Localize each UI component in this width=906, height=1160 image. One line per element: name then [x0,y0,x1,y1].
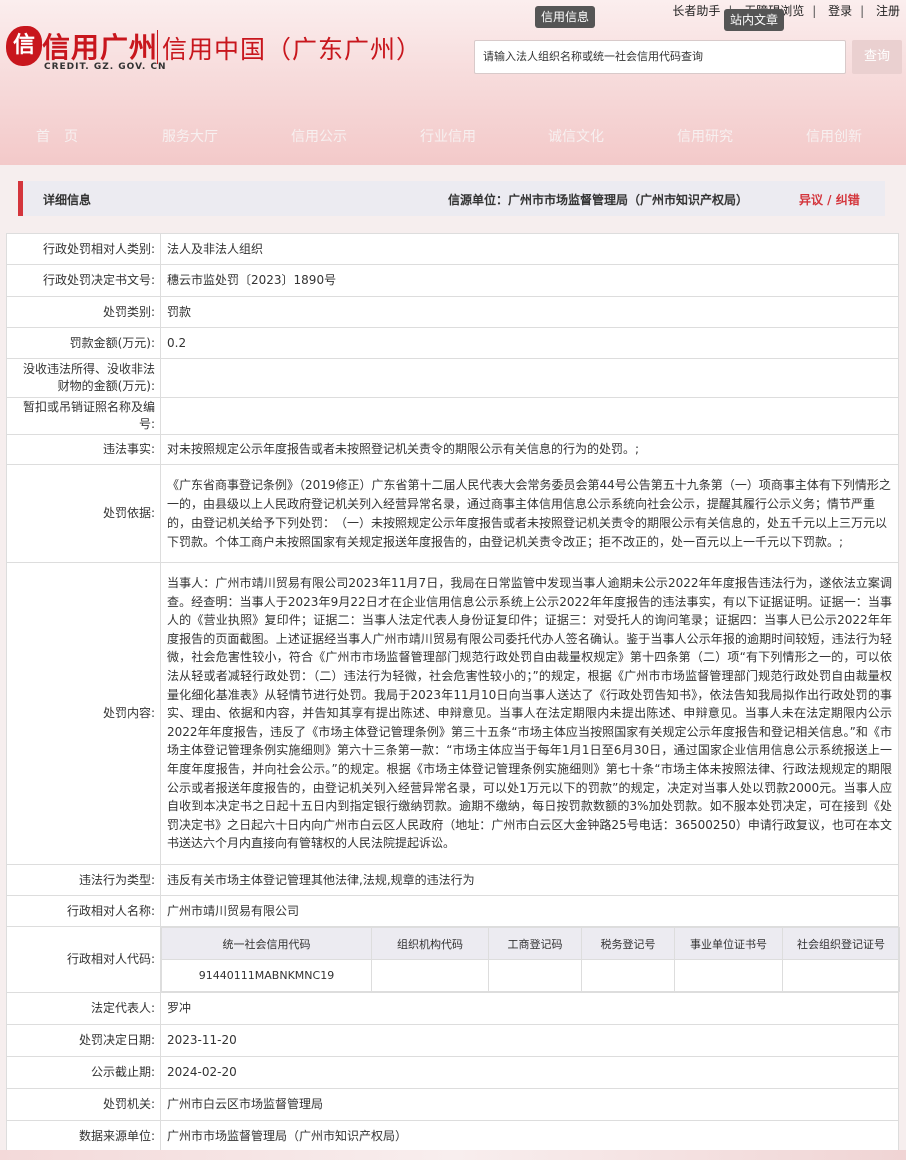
field-value: 法人及非法人组织 [160,233,899,265]
divider: | [860,4,865,18]
code-header: 统一社会信用代码 [161,927,372,960]
field-value: 对未按照规定公示年度报告或者未按照登记机关责令的期限公示有关信息的行为的处罚。; [160,434,899,465]
main-nav: 首 页 服务大厅 信用公示 行业信用 诚信文化 信用研究 信用创新 [0,126,906,150]
dispute-correction-link[interactable]: 异议 / 纠错 [799,191,860,208]
table-row: 行政处罚相对人类别: 法人及非法人组织 [6,233,899,265]
field-value: 广州市市场监督管理局（广州市知识产权局） [160,1120,899,1153]
site-articles-tab[interactable]: 站内文章 [724,9,785,31]
field-value: 广州市靖川贸易有限公司 [160,895,899,927]
field-value: 穗云市监处罚〔2023〕1890号 [160,264,899,297]
table-row: 行政相对人代码: 统一社会信用代码 组织机构代码 工商登记码 税务登记号 事业单… [6,926,900,993]
code-value-row: 91440111MABNKMNC19 [161,959,900,992]
field-value: 0.2 [160,327,899,359]
field-label: 违法事实: [6,434,161,465]
nav-integrity-culture[interactable]: 诚信文化 [548,126,604,146]
table-row: 处罚内容: 当事人：广州市靖川贸易有限公司2023年11月7日，我局在日常监管中… [6,562,899,865]
field-label: 行政处罚决定书文号: [6,264,161,297]
field-value [160,358,899,398]
field-label: 行政处罚相对人类别: [6,233,161,265]
nav-industry-credit[interactable]: 行业信用 [420,126,476,146]
field-label: 罚款金额(万元): [6,327,161,359]
elder-assistant-link[interactable]: 长者助手 [672,4,720,18]
field-value: 罗冲 [160,992,899,1025]
credit-info-tab[interactable]: 信用信息 [535,6,596,28]
code-header: 事业单位证书号 [674,927,783,960]
table-row: 没收违法所得、没收非法财物的金额(万元): [6,358,899,398]
field-value: 当事人：广州市靖川贸易有限公司2023年11月7日，我局在日常监管中发现当事人逾… [160,562,899,865]
field-label: 处罚类别: [6,296,161,328]
table-row: 行政处罚决定书文号: 穗云市监处罚〔2023〕1890号 [6,264,899,297]
search-input[interactable]: 请输入法人组织名称或统一社会信用代码查询 [474,40,846,74]
code-value: 91440111MABNKMNC19 [161,959,372,992]
table-row: 处罚决定日期: 2023-11-20 [6,1024,899,1057]
code-header-row: 统一社会信用代码 组织机构代码 工商登记码 税务登记号 事业单位证书号 社会组织… [161,927,900,960]
logo-text[interactable]: 信用广州 [42,26,158,66]
code-header: 工商登记码 [488,927,582,960]
code-value [371,959,489,992]
field-label: 法定代表人: [6,992,161,1025]
code-value [674,959,783,992]
code-header: 税务登记号 [581,927,675,960]
code-value [782,959,900,992]
detail-title: 详细信息 [43,193,92,207]
field-label: 数据来源单位: [6,1120,161,1153]
penalty-detail-table: 行政处罚相对人类别: 法人及非法人组织 行政处罚决定书文号: 穗云市监处罚〔20… [6,233,900,1153]
field-label: 公示截止期: [6,1056,161,1089]
divider: | [812,4,817,18]
table-row: 公示截止期: 2024-02-20 [6,1056,899,1089]
code-value [488,959,582,992]
info-source: 信源单位：广州市市场监督管理局（广州市知识产权局） [448,193,749,207]
field-value: 2023-11-20 [160,1024,899,1057]
table-row: 暂扣或吊销证照名称及编号: [6,397,899,435]
field-value: 违反有关市场主体登记管理其他法律,法规,规章的违法行为 [160,864,899,896]
logo-title: 信用中国（广东广州） [162,35,423,64]
table-row: 处罚依据: 《广东省商事登记条例》（2019修正）广东省第十二届人民代表大会常务… [6,464,899,563]
nav-credit-publicity[interactable]: 信用公示 [291,126,347,146]
field-value: 《广东省商事登记条例》（2019修正）广东省第十二届人民代表大会常务委员会第44… [160,464,899,563]
field-label: 处罚决定日期: [6,1024,161,1057]
field-label: 行政相对人名称: [6,895,161,927]
field-label: 处罚依据: [6,464,161,563]
field-label: 违法行为类型: [6,864,161,896]
field-label: 处罚机关: [6,1088,161,1121]
table-row: 数据来源单位: 广州市市场监督管理局（广州市知识产权局） [6,1120,899,1153]
table-row: 违法行为类型: 违反有关市场主体登记管理其他法律,法规,规章的违法行为 [6,864,899,896]
field-value: 广州市白云区市场监督管理局 [160,1088,899,1121]
table-row: 罚款金额(万元): 0.2 [6,327,899,359]
footer-strip [0,1150,906,1160]
field-value: 罚款 [160,296,899,328]
code-subtable: 统一社会信用代码 组织机构代码 工商登记码 税务登记号 事业单位证书号 社会组织… [161,927,900,992]
site-header: 长者助手| 无障碍浏览| 登录| 注册 信用信息 站内文章 信 信用广州 CRE… [0,0,906,165]
code-subtable-cell: 统一社会信用代码 组织机构代码 工商登记码 税务登记号 事业单位证书号 社会组织… [160,926,900,993]
table-row: 处罚类别: 罚款 [6,296,899,328]
logo-icon[interactable]: 信 [6,26,42,66]
register-link[interactable]: 注册 [876,4,900,18]
field-label: 处罚内容: [6,562,161,865]
nav-home[interactable]: 首 页 [36,126,78,146]
code-value [581,959,675,992]
code-header: 社会组织登记证号 [782,927,900,960]
code-header: 组织机构代码 [371,927,489,960]
detail-header: 详细信息 信源单位：广州市市场监督管理局（广州市知识产权局） 异议 / 纠错 [18,181,885,216]
nav-service-hall[interactable]: 服务大厅 [162,126,218,146]
field-label: 没收违法所得、没收非法财物的金额(万元): [6,358,161,398]
logo-domain: CREDIT. GZ. GOV. CN [44,62,167,72]
field-label: 行政相对人代码: [6,926,161,993]
table-row: 违法事实: 对未按照规定公示年度报告或者未按照登记机关责令的期限公示有关信息的行… [6,434,899,465]
table-row: 法定代表人: 罗冲 [6,992,899,1025]
field-value [160,397,899,435]
search-button[interactable]: 查询 [852,40,902,74]
table-row: 行政相对人名称: 广州市靖川贸易有限公司 [6,895,899,927]
login-link[interactable]: 登录 [828,4,852,18]
nav-credit-research[interactable]: 信用研究 [677,126,733,146]
nav-credit-innovation[interactable]: 信用创新 [806,126,862,146]
table-row: 处罚机关: 广州市白云区市场监督管理局 [6,1088,899,1121]
field-label: 暂扣或吊销证照名称及编号: [6,397,161,435]
field-value: 2024-02-20 [160,1056,899,1089]
logo-divider [157,30,158,64]
